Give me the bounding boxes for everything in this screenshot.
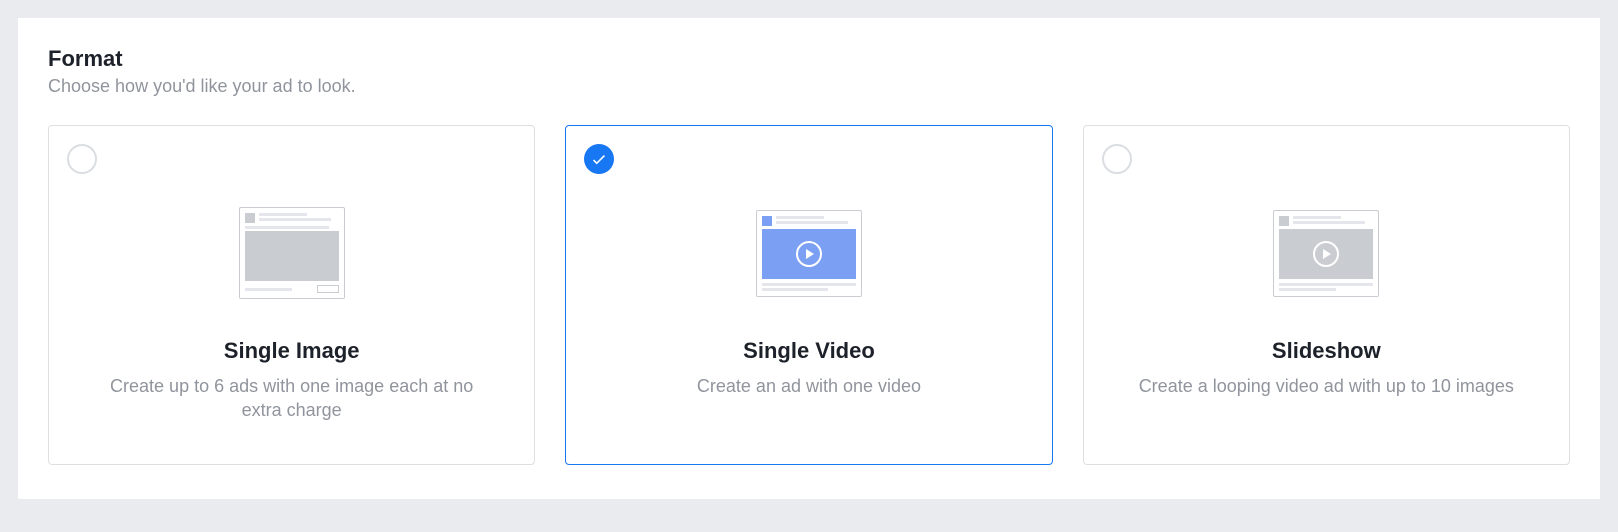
option-single-video[interactable]: Single Video Create an ad with one video [565, 125, 1052, 465]
section-subtitle: Choose how you'd like your ad to look. [48, 76, 1570, 97]
format-panel: Format Choose how you'd like your ad to … [18, 18, 1600, 499]
format-options-row: Single Image Create up to 6 ads with one… [48, 125, 1570, 465]
single-video-illustration [756, 196, 862, 310]
option-description: Create up to 6 ads with one image each a… [92, 374, 492, 423]
option-title: Single Image [224, 338, 360, 364]
radio-unselected-icon [67, 144, 97, 174]
play-icon [796, 241, 822, 267]
option-title: Slideshow [1272, 338, 1381, 364]
option-title: Single Video [743, 338, 875, 364]
play-icon [1313, 241, 1339, 267]
slideshow-illustration [1273, 196, 1379, 310]
single-image-illustration [239, 196, 345, 310]
radio-unselected-icon [1102, 144, 1132, 174]
option-slideshow[interactable]: Slideshow Create a looping video ad with… [1083, 125, 1570, 465]
section-title: Format [48, 46, 1570, 72]
check-icon [590, 150, 608, 168]
radio-selected-icon [584, 144, 614, 174]
option-single-image[interactable]: Single Image Create up to 6 ads with one… [48, 125, 535, 465]
option-description: Create a looping video ad with up to 10 … [1139, 374, 1514, 398]
option-description: Create an ad with one video [697, 374, 921, 398]
